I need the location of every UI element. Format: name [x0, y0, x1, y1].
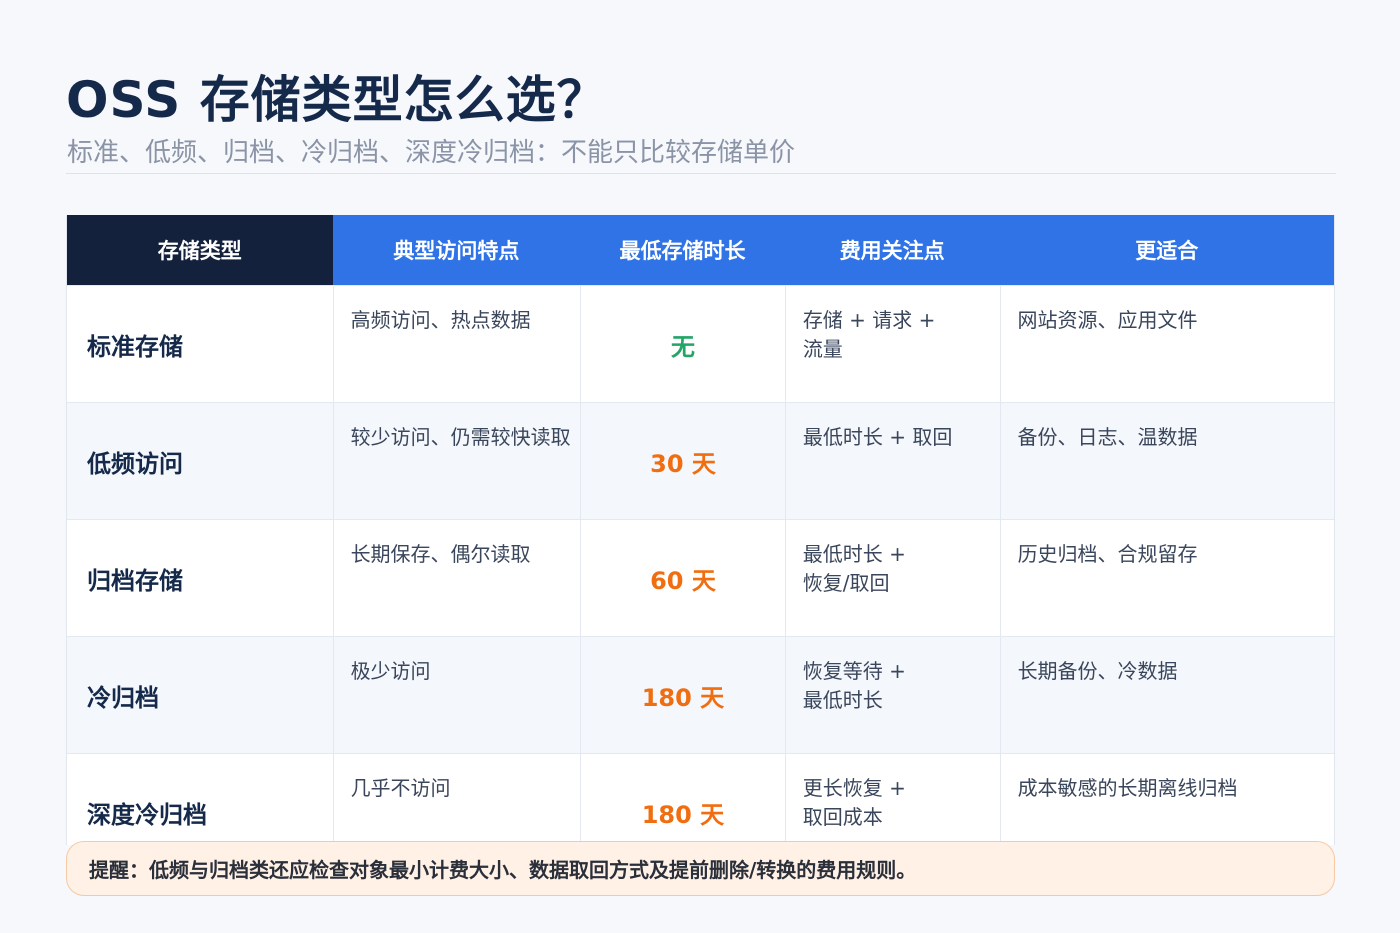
min-duration-cell: 180 天	[580, 637, 785, 753]
table-row: 深度冷归档 几乎不访问 180 天 更长恢复 + 取回成本 成本敏感的长期离线归…	[67, 753, 1334, 845]
min-duration-cell: 180 天	[580, 754, 785, 845]
storage-type-cell: 归档存储	[87, 566, 183, 595]
min-duration-cell: 无	[580, 286, 785, 402]
reminder-note: 提醒：低频与归档类还应检查对象最小计费大小、数据取回方式及提前删除/转换的费用规…	[66, 841, 1335, 896]
table-row: 标准存储 高频访问、热点数据 无 存储 + 请求 + 流量 网站资源、应用文件	[67, 285, 1334, 402]
cost-focus-cell: 最低时长 + 恢复/取回	[784, 520, 1000, 636]
table-row: 冷归档 极少访问 180 天 恢复等待 + 最低时长 长期备份、冷数据	[67, 636, 1334, 753]
storage-type-cell: 冷归档	[87, 683, 159, 712]
storage-type-cell: 低频访问	[87, 449, 183, 478]
best-fit-cell: 长期备份、冷数据	[999, 637, 1334, 753]
header-best-fit: 更适合	[999, 215, 1334, 285]
best-fit-cell: 备份、日志、温数据	[999, 403, 1334, 519]
best-fit-cell: 网站资源、应用文件	[999, 286, 1334, 402]
page-title: OSS 存储类型怎么选？	[66, 71, 608, 129]
best-fit-cell: 历史归档、合规留存	[999, 520, 1334, 636]
storage-comparison-table: 存储类型 典型访问特点 最低存储时长 费用关注点 更适合 标准存储 高频访问、热…	[66, 215, 1335, 845]
title-divider	[66, 173, 1336, 174]
table-row: 低频访问 较少访问、仍需较快读取 30 天 最低时长 + 取回 备份、日志、温数…	[67, 402, 1334, 519]
access-pattern-cell: 极少访问	[332, 637, 581, 753]
header-storage-type: 存储类型	[67, 215, 333, 285]
table-row: 归档存储 长期保存、偶尔读取 60 天 最低时长 + 恢复/取回 历史归档、合规…	[67, 519, 1334, 636]
best-fit-cell: 成本敏感的长期离线归档	[999, 754, 1334, 845]
header-cost-focus: 费用关注点	[784, 215, 1000, 285]
access-pattern-cell: 高频访问、热点数据	[332, 286, 581, 402]
table-header-row: 存储类型 典型访问特点 最低存储时长 费用关注点 更适合	[67, 215, 1334, 285]
access-pattern-cell: 较少访问、仍需较快读取	[332, 403, 581, 519]
cost-focus-cell: 恢复等待 + 最低时长	[784, 637, 1000, 753]
header-access-pattern: 典型访问特点	[332, 215, 581, 285]
header-min-duration: 最低存储时长	[580, 215, 785, 285]
page-subtitle: 标准、低频、归档、冷归档、深度冷归档：不能只比较存储单价	[67, 138, 796, 168]
cost-focus-cell: 存储 + 请求 + 流量	[784, 286, 1000, 402]
access-pattern-cell: 几乎不访问	[332, 754, 581, 845]
cost-focus-cell: 更长恢复 + 取回成本	[784, 754, 1000, 845]
access-pattern-cell: 长期保存、偶尔读取	[332, 520, 581, 636]
min-duration-cell: 60 天	[580, 520, 785, 636]
min-duration-cell: 30 天	[580, 403, 785, 519]
cost-focus-cell: 最低时长 + 取回	[784, 403, 1000, 519]
storage-type-cell: 标准存储	[87, 332, 183, 361]
storage-type-cell: 深度冷归档	[87, 800, 207, 829]
